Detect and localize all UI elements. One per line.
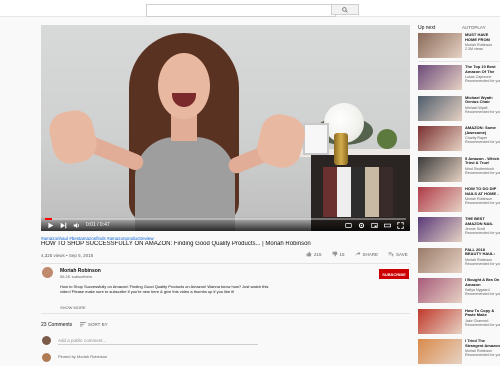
recommended-views: 2.3M views — [465, 47, 483, 51]
comments-count: 23 Comments — [41, 322, 73, 328]
recommended-video[interactable]: 5 Amazon - Which Tried & True! Mind Shutt… — [418, 156, 500, 184]
video-description: How to Shop Successfully on Amazon! Find… — [60, 284, 269, 294]
subscriber-count: 56.2K subscribers — [60, 274, 93, 279]
recommended-video[interactable]: I Tried The Strangest Amazon - The Truth… — [418, 339, 500, 366]
time-display: 0:01 / 0:47 — [86, 222, 110, 228]
video-actions: 215 15 SHARE SAVE — [306, 251, 424, 257]
add-comment-input[interactable]: Add a public comment... — [58, 338, 258, 345]
user-avatar — [42, 336, 51, 345]
duration: 0:47 — [99, 222, 110, 228]
recommended-views: Recommended for you — [465, 322, 500, 327]
recommended-views: Recommended for you — [465, 109, 500, 114]
progress-bar[interactable] — [45, 218, 406, 220]
show-more-button[interactable]: SHOW MORE — [60, 305, 86, 310]
video-thumbnail[interactable] — [418, 217, 462, 243]
sort-by-button[interactable]: SORT BY — [80, 322, 108, 327]
recommended-title[interactable]: 5 Amazon - Which Tried & True! — [465, 157, 500, 166]
next-icon[interactable] — [60, 222, 67, 229]
recommended-views: Recommended for you — [465, 353, 500, 357]
video-thumbnail[interactable] — [418, 156, 462, 182]
picture-frame — [303, 123, 329, 155]
recommended-views: Recommended for you — [465, 231, 500, 236]
share-icon — [355, 251, 360, 257]
miniplayer-icon[interactable] — [371, 222, 378, 229]
dislike-count: 15 — [339, 251, 345, 257]
recommended-title[interactable]: Michael Wyatt: Genius Chair — [465, 96, 500, 105]
recommended-video[interactable]: I Bought A Bra On Amazon Customer Respon… — [418, 278, 500, 305]
recommended-views: Recommended for you — [465, 79, 500, 84]
divider — [41, 313, 410, 314]
recommended-views: Recommended for you — [465, 292, 500, 297]
autoplay-toggle[interactable]: AUTOPLAY — [462, 25, 486, 30]
recommended-views: Recommended for you — [465, 140, 500, 145]
search-icon — [342, 6, 348, 13]
divider — [41, 263, 410, 264]
search-button[interactable] — [331, 4, 359, 15]
recommended-title[interactable]: FALL 2018 BEAUTY HAUL: What Products I L… — [465, 248, 500, 257]
recommended-title[interactable]: THE BEST AMAZON NAIL SUPPLY DIY — [465, 217, 500, 226]
player-controls: 0:01 / 0:47 — [41, 217, 410, 231]
recommended-title[interactable]: I Tried The Strangest Amazon - The Truth… — [465, 339, 500, 348]
sort-icon — [80, 322, 86, 327]
recommended-video[interactable]: FALL 2018 BEAUTY HAUL: What Products I L… — [418, 247, 500, 275]
dislike-button[interactable]: 15 — [332, 251, 345, 257]
thumbs-down-icon — [332, 251, 337, 257]
recommended-title[interactable]: How To Copy & Paste Make $100/Day — [465, 309, 500, 318]
current-time: 0:01 — [86, 222, 96, 228]
video-thumbnail[interactable] — [418, 33, 462, 58]
theater-icon[interactable] — [384, 222, 391, 229]
up-next-label: Up next — [418, 25, 436, 31]
thumbs-up-icon — [306, 251, 312, 257]
video-thumbnail[interactable] — [418, 339, 462, 364]
video-thumbnail[interactable] — [418, 187, 462, 212]
recommended-title[interactable]: AMAZON: Some (Awesome) Products — [465, 126, 500, 135]
recommended-video[interactable]: Michael Wyatt: Genius Chair Michael Wyatt… — [418, 95, 500, 123]
recommended-video[interactable]: The Top 10 Best Amazon Of The DecadeLuka… — [418, 65, 500, 92]
vase — [334, 133, 348, 165]
recommended-video[interactable]: How To Copy & Paste Make $100/DayJake Ch… — [418, 308, 500, 336]
subtitles-icon[interactable] — [345, 222, 352, 229]
recommended-views: Recommended for you — [465, 201, 500, 205]
recommended-title[interactable]: HOW TO DO DIP NAILS AT HOME - SALON RESU… — [465, 187, 500, 196]
video-title: HOW TO SHOP SUCCESSFULLY ON AMAZON: Find… — [41, 241, 311, 247]
like-count: 215 — [314, 251, 322, 257]
video-thumbnail[interactable] — [418, 95, 462, 121]
save-button[interactable]: SAVE — [388, 251, 408, 257]
volume-icon[interactable] — [73, 222, 80, 229]
channel-avatar[interactable] — [42, 267, 53, 278]
like-button[interactable]: 215 — [306, 251, 322, 257]
person-face — [158, 53, 210, 119]
share-label: SHARE — [362, 251, 379, 257]
progress-fill — [45, 218, 53, 220]
recommended-video[interactable]: AMAZON: Some (Awesome) ProductsCharity R… — [418, 126, 500, 153]
playlist-add-icon — [388, 252, 395, 257]
fullscreen-icon[interactable] — [397, 221, 404, 229]
subscribe-button[interactable]: SUBSCRIBE — [379, 269, 409, 279]
recommended-video[interactable]: MUST HAVE HOME FROM AMAZON!Moriah Robins… — [418, 33, 500, 60]
video-player[interactable]: 0:01 / 0:47 — [41, 25, 410, 231]
video-thumbnail[interactable] — [418, 126, 462, 152]
video-thumbnail[interactable] — [418, 65, 462, 91]
divider — [418, 61, 500, 62]
video-thumbnail[interactable] — [418, 278, 462, 304]
save-label: SAVE — [396, 251, 408, 257]
recommended-video[interactable]: THE BEST AMAZON NAIL SUPPLY DIYJennie Sc… — [418, 217, 500, 244]
share-button[interactable]: SHARE — [355, 251, 379, 257]
settings-icon[interactable] — [358, 222, 365, 229]
recommended-video[interactable]: HOW TO DO DIP NAILS AT HOME - SALON RESU… — [418, 187, 500, 214]
comment-pinned-label: Pinned by Moriah Robinson — [58, 354, 108, 359]
sort-label: SORT BY — [88, 322, 108, 327]
recommended-title[interactable]: The Top 10 Best Amazon Of The Decade — [465, 65, 500, 74]
plant — [377, 129, 397, 149]
recommended-title[interactable]: MUST HAVE HOME FROM AMAZON! — [465, 33, 500, 42]
play-icon[interactable] — [47, 222, 54, 229]
recommended-views: Recommended for you — [465, 170, 500, 175]
video-meta: 4,325 views • Sep 5, 2018 — [41, 253, 94, 258]
search-input[interactable] — [146, 4, 336, 17]
recommended-title[interactable]: I Bought A Bra On Amazon Customer Respon… — [465, 278, 500, 287]
video-thumbnail[interactable] — [418, 308, 462, 334]
books — [323, 167, 393, 217]
recommended-views: Recommended for you — [465, 261, 500, 266]
video-thumbnail[interactable] — [418, 247, 462, 273]
